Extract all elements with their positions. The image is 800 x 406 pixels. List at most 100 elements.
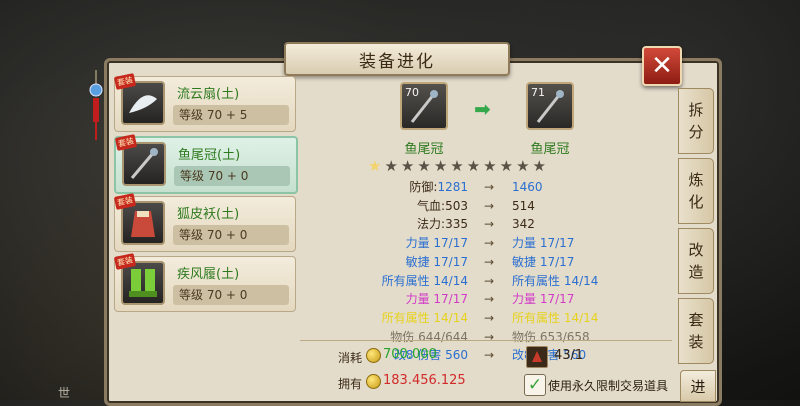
stat-from-value: 560 [445,348,468,363]
equipment-item[interactable]: 套装 狐皮袄(土) 等级 70 + 0 [113,193,296,252]
scroll-icon [526,346,548,368]
stat-label: 所有属性 [381,273,430,288]
equipment-level: 等级 70 + 0 [173,285,289,305]
close-icon: ✕ [651,51,673,81]
equipment-level: 等级 70 + 0 [173,225,289,245]
stat-label: 所有属性 [381,310,430,325]
stat-to-value: 敏捷 17/17 [512,254,575,269]
current-item-slot[interactable]: 70 [400,82,448,130]
current-item-level: 70 [405,86,419,99]
arrow-right-icon: ➡ [474,97,491,121]
equipment-name: 流云扇(土) [177,87,240,102]
stat-to-value: 514 [512,198,535,213]
stat-label: 防御: [409,180,438,194]
equipment-name: 狐皮袄(土) [177,207,240,222]
equipment-level: 等级 70 + 5 [173,105,289,125]
stat-row: 法力:335 → 342 [338,215,668,233]
current-item-name: 鱼尾冠 [404,142,444,157]
tab-split[interactable]: 拆分 [678,88,714,154]
consume-label: 消耗 [338,351,363,365]
star-icon: ★ [417,157,431,175]
stat-row: 物伤 644/644 → 物伤 653/658 [338,328,668,346]
result-item-slot[interactable]: 71 [526,82,574,130]
tab-set[interactable]: 套装 [678,298,714,364]
tab-modify[interactable]: 改造 [678,228,714,294]
window-title: 装备进化 [284,42,510,76]
divider [300,340,672,341]
stat-from-value: 503 [445,198,468,213]
stat-from-value: 17/17 [433,236,468,251]
stat-from-value: 1281 [437,180,468,194]
star-icon: ★ [400,157,415,175]
stat-row: 敏捷 17/17 → 敏捷 17/17 [338,253,668,271]
stat-to-value: 1460 [512,180,543,194]
stat-to-value: 物伤 653/658 [512,329,590,344]
arrow-icon: → [484,273,495,288]
arrow-icon: → [484,217,495,232]
evolve-button[interactable]: 进 [680,370,716,402]
stat-from: 所有属性 14/14 [382,309,468,327]
stat-row: 所有属性 14/14 → 所有属性 14/14 [338,272,668,290]
equipment-name: 鱼尾冠(土) [178,148,241,163]
equipment-list: 套装 流云扇(土) 等级 70 + 5 套装 鱼尾冠(土) 等级 70 + 0 … [110,72,298,400]
star-icon: ★ [450,157,464,175]
close-button[interactable]: ✕ [642,46,682,86]
consume-value: 700.000 [383,347,437,362]
stat-from-value: 335 [445,217,468,232]
stat-label: 物伤 [390,329,415,344]
tab-refine[interactable]: 炼化 [678,158,714,224]
equipment-item-selected[interactable]: 套装 鱼尾冠(土) 等级 70 + 0 [114,134,298,194]
coin-icon [366,374,381,389]
result-item-level: 71 [531,86,545,99]
stat-from-value: 17/17 [433,292,468,307]
star-icon: ★ [466,157,481,175]
star-icon: ★ [483,157,497,175]
stat-from: 法力:335 [417,215,468,233]
equipment-name: 疾风履(土) [177,267,240,282]
limited-trade-checkbox[interactable]: ✓ [524,374,546,396]
stat-from: 力量 17/17 [406,290,468,308]
stat-from: 防御:1281 [409,178,468,196]
arrow-icon: → [484,329,495,344]
result-item-name: 鱼尾冠 [530,142,570,157]
stat-from-value: 17/17 [433,254,468,269]
stat-from: 力量 17/17 [406,234,468,252]
stat-from-value: 14/14 [433,310,468,325]
star-icon: ★ [384,157,398,175]
equipment-item[interactable]: 套装 流云扇(土) 等级 70 + 5 [113,73,296,132]
star-icon: ★ [532,157,546,175]
star-icon: ★ [516,157,530,175]
stat-label: 力量 [405,236,430,251]
own-label: 拥有 [338,377,363,391]
limited-trade-label: 使用永久限制交易道具 [548,379,669,393]
stat-from: 气血:503 [417,197,468,215]
stat-label: 法力: [417,217,446,232]
stat-from-value: 644/644 [418,329,468,344]
stat-to-value: 力量 17/17 [512,292,575,307]
stat-label: 敏捷 [405,254,430,269]
arrow-icon: → [484,236,495,251]
star-icon: ★ [499,157,514,175]
stat-to-value: 所有属性 14/14 [512,273,599,288]
stat-to-value: 所有属性 14/14 [512,310,599,325]
stat-from: 所有属性 14/14 [382,272,468,290]
star-icon: ★ [368,157,382,175]
arrow-icon: → [484,198,495,213]
material-count: 43/1 [554,348,584,363]
equipment-level: 等级 70 + 0 [174,166,290,186]
stat-from: 物伤 644/644 [390,328,468,346]
stat-from-value: 14/14 [433,273,468,288]
star-rating: ★ ★ ★ ★ ★ ★ ★ ★ ★ ★ ★ [368,157,630,177]
arrow-icon: → [484,180,495,194]
charm-ornament [89,70,103,140]
corner-text: 世 [58,386,71,400]
equipment-item[interactable]: 套装 疾风履(土) 等级 70 + 0 [113,253,296,312]
stat-row: 力量 17/17 → 力量 17/17 [338,290,668,308]
coin-icon [366,348,381,363]
stat-row: 防御:1281 → 1460 [338,178,668,196]
stat-to-value: 力量 17/17 [512,236,575,251]
stat-row: 气血:503 → 514 [338,197,668,215]
star-icon: ★ [433,157,448,175]
arrow-icon: → [484,310,495,325]
stat-label: 气血: [417,198,446,213]
